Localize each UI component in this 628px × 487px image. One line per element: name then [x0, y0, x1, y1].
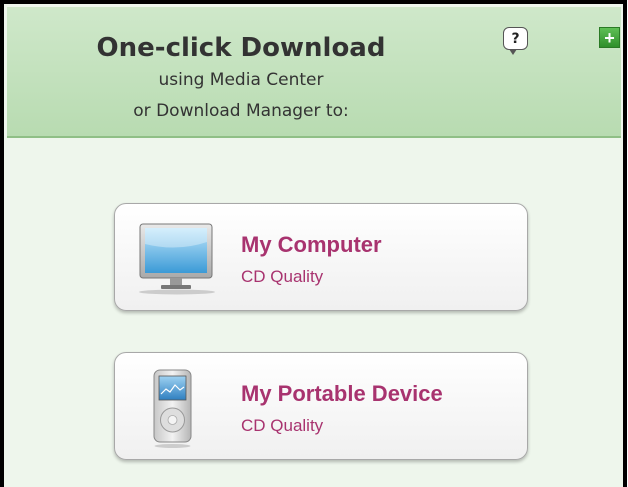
panel-subtitle-line2: or Download Manager to:	[133, 101, 349, 121]
option-label: My Computer	[241, 232, 382, 257]
panel-subtitle-line1: using Media Center	[158, 70, 324, 90]
expand-plus-icon[interactable]: +	[599, 27, 620, 48]
panel-header: One-click Download using Media Center or…	[7, 7, 621, 138]
option-quality: CD Quality	[241, 416, 324, 435]
option-quality: CD Quality	[241, 267, 324, 286]
help-icon[interactable]: ?	[503, 27, 528, 55]
panel-title: One-click Download	[96, 33, 386, 63]
download-panel: One-click Download using Media Center or…	[0, 0, 627, 487]
my-computer-button[interactable]: My Computer CD Quality	[114, 203, 528, 311]
my-portable-device-button[interactable]: My Portable Device CD Quality	[114, 352, 528, 460]
portable-player-icon	[153, 369, 192, 448]
option-label: My Portable Device	[241, 381, 443, 406]
monitor-icon	[139, 223, 215, 295]
